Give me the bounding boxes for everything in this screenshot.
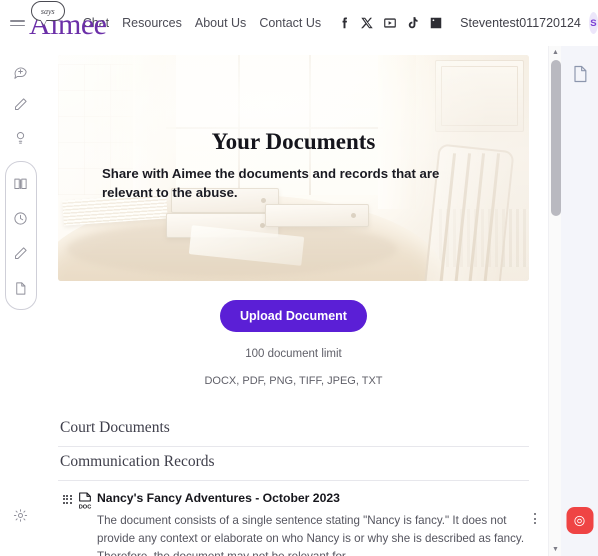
- scrollable-content: Your Documents Share with Aimee the docu…: [41, 46, 546, 556]
- drag-dot: [66, 501, 69, 504]
- youtube-icon[interactable]: [383, 16, 397, 30]
- drag-dot: [69, 501, 72, 504]
- main-nav: Chat Resources About Us Contact Us: [83, 16, 321, 30]
- drag-dot: [63, 498, 65, 501]
- scroll-down-arrow-icon[interactable]: ▼: [549, 543, 562, 556]
- upload-document-button[interactable]: Upload Document: [220, 300, 367, 332]
- document-options-menu-icon[interactable]: [526, 513, 544, 524]
- document-text-block: Nancy's Fancy Adventures - October 2023 …: [97, 491, 526, 556]
- nav-item-about-us[interactable]: About Us: [195, 16, 246, 30]
- x-twitter-icon[interactable]: [360, 16, 374, 30]
- section-header-court-documents[interactable]: Court Documents: [58, 413, 529, 447]
- drag-dot: [63, 501, 65, 504]
- edit-pencil-icon[interactable]: [8, 238, 34, 268]
- hamburger-line: [10, 24, 25, 26]
- kebab-dot: [534, 522, 536, 524]
- hamburger-line: [10, 20, 25, 22]
- main-content-area: Your Documents Share with Aimee the docu…: [41, 46, 561, 556]
- drag-dot: [69, 495, 72, 497]
- record-stop-button[interactable]: [566, 507, 593, 534]
- hero-banner: Your Documents Share with Aimee the docu…: [58, 55, 529, 281]
- section-header-communication-records[interactable]: Communication Records: [58, 447, 529, 481]
- right-sidebar: [561, 46, 598, 556]
- doc-file-type-label: DOC: [79, 504, 92, 510]
- tiktok-icon[interactable]: [406, 16, 420, 30]
- avatar[interactable]: S: [588, 12, 598, 34]
- supported-formats-label: DOCX, PDF, PNG, TIFF, JPEG, TXT: [204, 375, 383, 387]
- main-scrollbar[interactable]: ▲ ▼: [548, 46, 561, 556]
- record-stop-icon: [574, 515, 585, 526]
- kebab-dot: [534, 513, 536, 515]
- drag-dot: [66, 498, 69, 501]
- top-navigation-bar: Aimee says Chat Resources About Us Conta…: [0, 0, 598, 46]
- document-list-item[interactable]: DOC Nancy's Fancy Adventures - October 2…: [41, 481, 546, 556]
- new-chat-icon[interactable]: [8, 56, 34, 86]
- linkedin-icon[interactable]: [429, 16, 443, 30]
- document-icon[interactable]: [8, 273, 34, 303]
- drag-dot: [63, 495, 65, 497]
- scrollbar-thumb[interactable]: [550, 60, 561, 216]
- social-links: [337, 16, 443, 30]
- document-panel-icon[interactable]: [570, 64, 590, 84]
- gear-icon[interactable]: [8, 500, 34, 530]
- drag-dot: [66, 495, 69, 497]
- book-icon[interactable]: [8, 168, 34, 198]
- username-label[interactable]: Steventest011720124: [460, 16, 581, 30]
- left-sidebar-top-group: [8, 56, 34, 152]
- drag-handle-icon[interactable]: [63, 495, 72, 504]
- document-sections: Court Documents Communication Records: [58, 413, 529, 481]
- document-limit-label: 100 document limit: [245, 348, 342, 360]
- document-description: The document consists of a single senten…: [97, 513, 525, 556]
- nav-item-contact-us[interactable]: Contact Us: [259, 16, 321, 30]
- kebab-dot: [534, 517, 536, 520]
- app-root: Aimee says Chat Resources About Us Conta…: [0, 0, 598, 556]
- upload-section: Upload Document: [41, 300, 546, 332]
- nav-item-resources[interactable]: Resources: [122, 16, 182, 30]
- drag-dot: [69, 498, 72, 501]
- lightbulb-icon[interactable]: [8, 122, 34, 152]
- left-sidebar: [0, 46, 41, 556]
- doc-file-type-icon: DOC: [77, 492, 93, 510]
- brand-logo[interactable]: Aimee says: [29, 0, 107, 46]
- facebook-icon[interactable]: [337, 16, 351, 30]
- hamburger-menu-icon[interactable]: [10, 20, 25, 26]
- says-speech-bubble-icon: says: [30, 1, 65, 21]
- scroll-up-arrow-icon[interactable]: ▲: [549, 46, 562, 59]
- hero-subtitle: Share with Aimee the documents and recor…: [102, 166, 440, 200]
- hero-text-block: Your Documents Share with Aimee the docu…: [58, 55, 529, 281]
- pencil-icon[interactable]: [8, 89, 34, 119]
- document-title: Nancy's Fancy Adventures - October 2023: [97, 491, 340, 505]
- history-clock-icon[interactable]: [8, 203, 34, 233]
- page-title: Your Documents: [211, 129, 376, 154]
- left-sidebar-tool-group: [4, 161, 37, 310]
